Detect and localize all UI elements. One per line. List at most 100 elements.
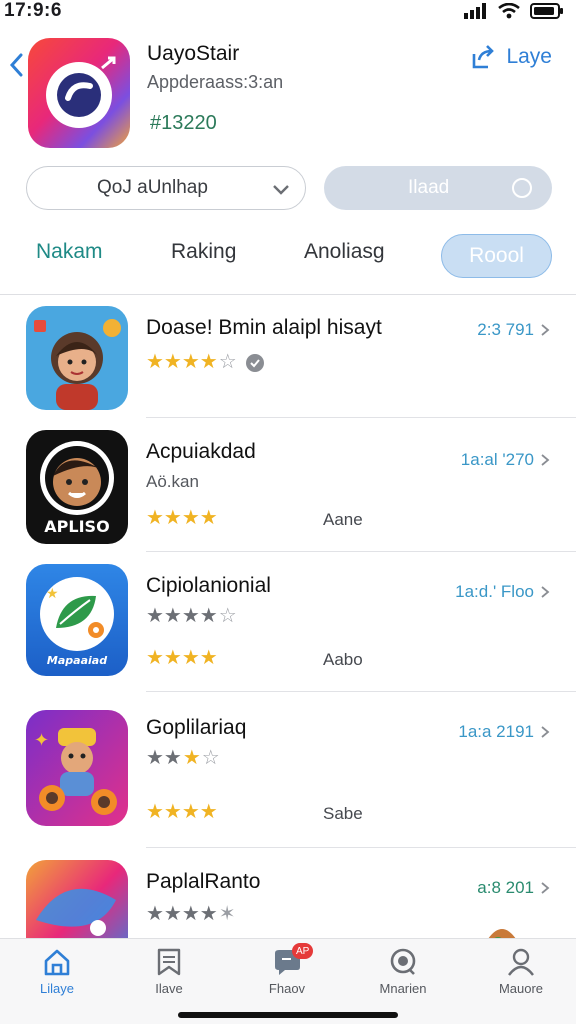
app-icon [26, 860, 128, 938]
tabbar-label: Lilaye [40, 981, 74, 996]
app-count: #13220 [150, 112, 217, 134]
chevron-right-icon [541, 586, 550, 598]
icon-text: Mapaaiad [47, 654, 107, 667]
category-select[interactable]: QoJ aUnlhap [26, 166, 306, 210]
chevron-right-icon [541, 726, 550, 738]
tab-anoliasg[interactable]: Anoliasg [304, 240, 385, 264]
item-meta-value: a:8 201 [477, 878, 534, 897]
decor-icon [488, 929, 516, 938]
list-item[interactable]: APLISO Acpuiakdad Aö.kan ★★★★ Aane 1a:al… [0, 430, 576, 552]
star-rating: ★★★★ ☆ [146, 352, 266, 374]
wifi-icon [498, 3, 520, 19]
star-rating-secondary: ★★★★ ☆ [146, 605, 237, 627]
item-meta-value: 1a:a 2191 [458, 722, 534, 741]
share-icon [473, 45, 495, 69]
app-icon [26, 306, 128, 410]
star-rating: ★★★★ [146, 507, 218, 529]
abstract-app-icon [26, 860, 128, 938]
chevron-right-icon [541, 454, 550, 466]
tab-raking[interactable]: Raking [171, 240, 236, 264]
chevron-left-icon [9, 53, 23, 77]
list-item[interactable]: ✦ Goplilariaq ★★ ★ ☆ ★★★★ Sabe 1a:a 2191 [0, 710, 576, 848]
select-value: QoJ aUnlhap [97, 177, 208, 198]
status-time: 17:9:6 [4, 0, 62, 21]
tabbar-label: Fhaov [268, 981, 306, 996]
verified-icon [245, 354, 264, 372]
battery-icon [530, 3, 563, 19]
item-extra: Sabe [323, 804, 363, 823]
tabbar-label: Mnarien [379, 981, 427, 996]
tab-roool[interactable]: Roool [441, 234, 552, 278]
search-icon [390, 948, 416, 975]
toggle-label: Ilaad [408, 177, 450, 198]
divider [146, 417, 576, 418]
item-subtitle: Aö.kan [146, 472, 199, 491]
tabbar-item-home[interactable]: Lilaye [12, 947, 102, 996]
back-button[interactable] [6, 50, 26, 80]
item-meta-value: 2:3 791 [477, 320, 534, 339]
share-label: Laye [506, 45, 552, 68]
game-character-icon: ✦ [26, 710, 128, 826]
app-name: UayoStair [147, 42, 240, 65]
app-icon: APLISO [26, 430, 128, 544]
item-meta: 1a:d.' Floo [455, 582, 550, 602]
item-meta: a:8 201 [477, 878, 550, 898]
app-logo-icon [28, 38, 130, 148]
item-title: Doase! Bmin alaipl hisayt [146, 316, 382, 339]
list-item[interactable]: Doase! Bmin alaipl hisayt ★★★★ ☆ 2:3 791 [0, 306, 576, 418]
notification-badge: AP [292, 943, 314, 959]
tabbar-item-chat[interactable]: AP Fhaov [242, 943, 332, 996]
signal-icon [464, 3, 486, 19]
home-icon [44, 949, 70, 976]
tabbar-label: Ilave [155, 981, 183, 996]
tabbar-item-profile[interactable]: Mauore [476, 947, 566, 996]
divider [146, 847, 576, 848]
bookmark-icon [157, 948, 181, 976]
app-icon: ✦ [26, 710, 128, 826]
item-title: Cipiolanionial [146, 574, 271, 597]
leaf-app-icon: ★ Mapaaiad [26, 564, 128, 676]
app-icon [28, 38, 130, 148]
profile-icon [508, 948, 534, 976]
tab-nakam[interactable]: Nakam [36, 240, 103, 264]
item-title: Goplilariaq [146, 716, 247, 739]
item-extra: Aane [323, 510, 363, 529]
item-meta: 2:3 791 [477, 320, 550, 340]
segment-tabs: Nakam Raking Anoliasg Roool [0, 232, 576, 278]
item-meta-value: 1a:d.' Floo [455, 582, 534, 601]
icon-text: APLISO [44, 517, 109, 536]
avatar-girl-icon [26, 306, 128, 410]
item-meta: 1a:a 2191 [458, 722, 550, 742]
tabbar-label: Mauore [498, 981, 544, 996]
list-item[interactable]: PaplalRanto ★★★★ ✶ a:8 201 [0, 860, 576, 938]
item-extra: Aabo [323, 650, 363, 669]
tabbar-item-saved[interactable]: Ilave [124, 947, 214, 996]
status-icons [464, 0, 564, 22]
chevron-right-icon [541, 882, 550, 894]
star-rating: ★★★★ ✶ [146, 903, 236, 925]
divider [146, 691, 576, 692]
tabbar-item-search[interactable]: Mnarien [358, 947, 448, 996]
app-icon: ★ Mapaaiad [26, 564, 128, 676]
share-button[interactable]: Laye [470, 42, 552, 72]
svg-text:✦: ✦ [34, 730, 49, 750]
status-bar: 17:9:6 [0, 0, 576, 22]
tab-roool-label: Roool [469, 244, 524, 267]
star-rating-secondary: ★★ ★ ☆ [146, 747, 220, 769]
star-rating: ★★★★ [146, 647, 218, 669]
toggle-knob [512, 178, 532, 198]
item-meta-value: 1a:al '270 [460, 450, 534, 469]
app-subtitle: Appderaass:3:an [147, 72, 284, 92]
star-rating: ★★★★ [146, 801, 218, 823]
divider [0, 294, 576, 295]
svg-text:★: ★ [46, 585, 59, 601]
filter-toggle[interactable]: Ilaad [324, 166, 552, 210]
item-title: Acpuiakdad [146, 440, 256, 463]
home-indicator [178, 1012, 398, 1018]
avatar-boy-icon: APLISO [26, 430, 128, 544]
chevron-right-icon [541, 324, 550, 336]
list-item[interactable]: ★ Mapaaiad Cipiolanionial ★★★★ ☆ ★★★★ Aab… [0, 564, 576, 692]
divider [146, 551, 576, 552]
item-meta: 1a:al '270 [461, 450, 550, 470]
chevron-down-icon [273, 185, 289, 195]
